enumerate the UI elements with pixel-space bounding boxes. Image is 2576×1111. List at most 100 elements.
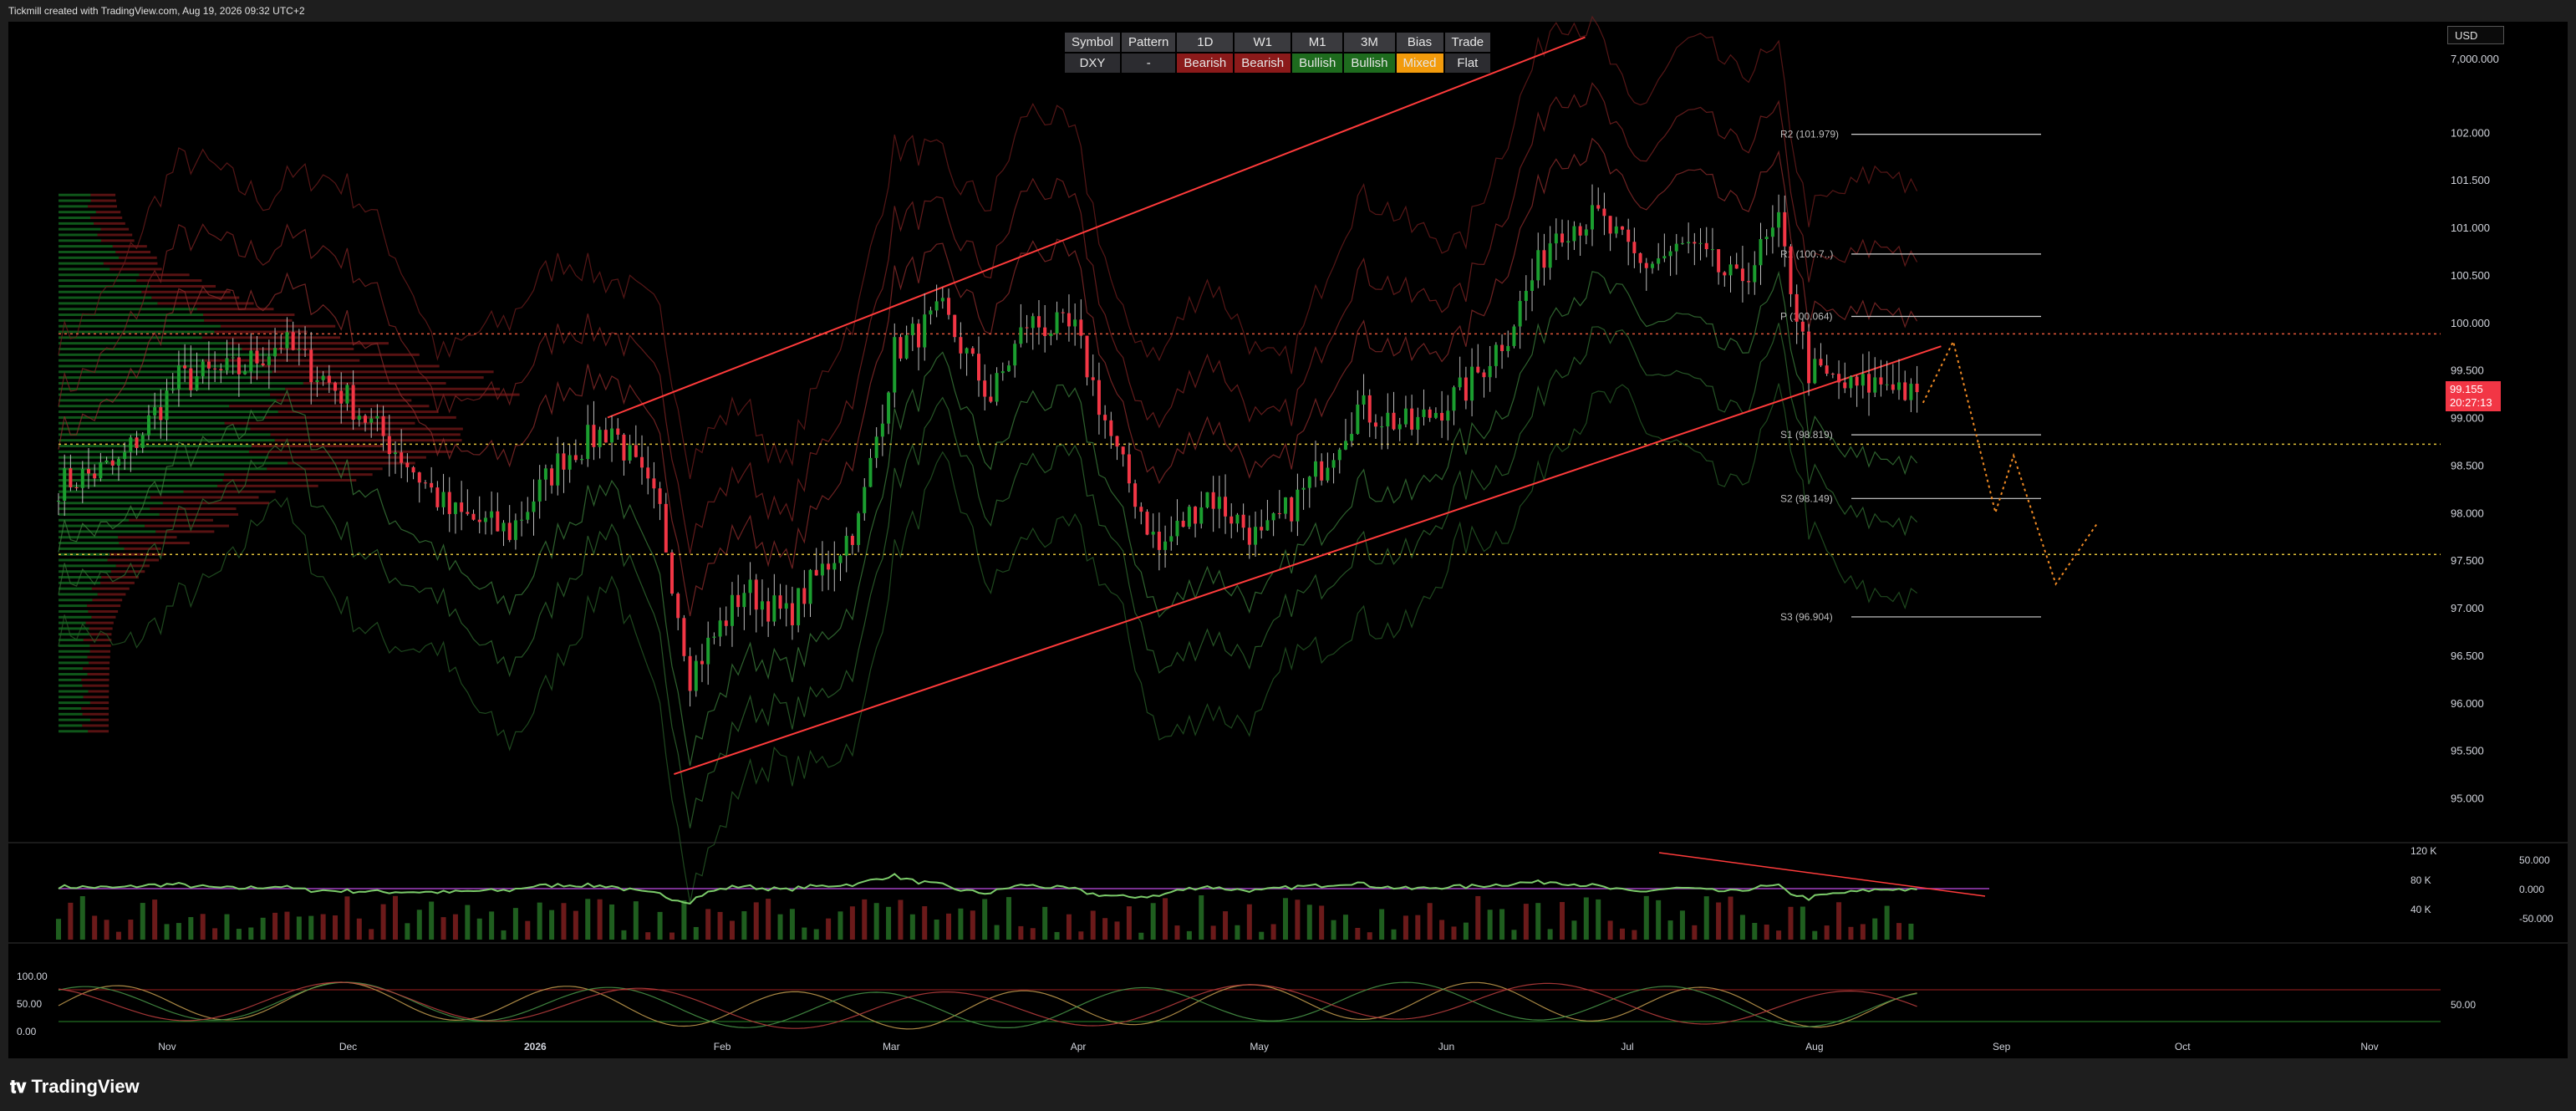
price-tick: 96.000 bbox=[2451, 697, 2484, 710]
profile-bar-up bbox=[59, 199, 91, 202]
profile-bar-down bbox=[92, 599, 123, 602]
volume-bar bbox=[1475, 895, 1481, 940]
candle-body bbox=[1307, 477, 1311, 488]
table-cell-3: Bearish bbox=[1235, 54, 1291, 73]
candle-body bbox=[1554, 233, 1558, 244]
candle-body bbox=[766, 601, 771, 622]
volume-bar bbox=[922, 906, 928, 940]
candle-body bbox=[1825, 365, 1829, 374]
volume-bar bbox=[1379, 909, 1385, 940]
candle-body bbox=[1247, 527, 1251, 545]
volume-bar bbox=[416, 910, 422, 940]
band-line bbox=[58, 270, 1918, 767]
candle-body bbox=[171, 389, 175, 391]
candle-body bbox=[1470, 366, 1474, 401]
price-chart[interactable]: R2 (101.979) R1 (100.7..) P (100.064) S1 (9… bbox=[0, 0, 2576, 1111]
profile-bar-down bbox=[272, 370, 494, 374]
candle-body bbox=[940, 298, 944, 302]
profile-bar-up bbox=[59, 684, 83, 687]
profile-bar-up bbox=[59, 490, 184, 493]
profile-bar-down bbox=[129, 518, 213, 522]
volume-bar bbox=[621, 930, 627, 940]
profile-bar-up bbox=[59, 655, 88, 659]
profile-bar-up bbox=[59, 211, 96, 214]
time-tick: Jun bbox=[1438, 1041, 1454, 1052]
candle-body bbox=[1830, 373, 1835, 375]
candle-body bbox=[1175, 520, 1179, 537]
volume-bar bbox=[1692, 925, 1698, 940]
candle-body bbox=[1458, 377, 1462, 388]
tradingview-logo[interactable]: 𝐭𝐯 TradingView bbox=[10, 1076, 140, 1098]
candle-body bbox=[550, 468, 554, 486]
volume-bar bbox=[1667, 920, 1673, 940]
volume-bar bbox=[320, 914, 326, 940]
stochastic-pane: 100.00 50.00 0.00 50.00 bbox=[8, 942, 2568, 1037]
volume-bar bbox=[1860, 924, 1866, 940]
candle-body bbox=[1277, 512, 1281, 514]
profile-bar-down bbox=[89, 633, 112, 636]
volume-bar bbox=[537, 902, 542, 940]
profile-bar-down bbox=[275, 353, 420, 356]
volume-bar bbox=[489, 911, 495, 940]
volume-bar bbox=[1884, 905, 1890, 940]
candle-body bbox=[1644, 262, 1648, 268]
candle-body bbox=[1650, 263, 1654, 268]
candle-body bbox=[86, 468, 90, 474]
volume-bar bbox=[1150, 903, 1156, 940]
candle-body bbox=[1572, 226, 1576, 242]
profile-bar-down bbox=[88, 730, 109, 733]
candle-body bbox=[1163, 541, 1168, 550]
volume-bar bbox=[1355, 927, 1361, 940]
candle-body bbox=[1855, 376, 1859, 386]
profile-bar-down bbox=[83, 639, 112, 642]
candle-body bbox=[1614, 226, 1618, 234]
table-cell-6: Mixed bbox=[1396, 54, 1443, 73]
candle-body bbox=[255, 350, 259, 364]
profile-bar-down bbox=[90, 199, 117, 202]
candle-body bbox=[387, 436, 391, 455]
profile-bar-down bbox=[151, 296, 240, 299]
candle-body bbox=[1873, 377, 1877, 393]
time-tick: Oct bbox=[2175, 1041, 2191, 1052]
candle-body bbox=[393, 452, 397, 455]
band-line bbox=[58, 323, 1918, 828]
volume-bar bbox=[1090, 910, 1096, 940]
candle-body bbox=[315, 380, 319, 383]
profile-bar-up bbox=[59, 239, 101, 242]
candle-body bbox=[423, 482, 427, 484]
profile-bar-up bbox=[59, 456, 269, 459]
candle-body bbox=[1488, 365, 1492, 378]
volume-bar bbox=[429, 901, 435, 940]
currency-selector[interactable]: USD bbox=[2447, 26, 2504, 44]
profile-bar-down bbox=[94, 222, 125, 225]
volume-bar bbox=[994, 925, 1000, 940]
profile-bar-down bbox=[276, 399, 412, 402]
candle-body bbox=[1331, 460, 1336, 468]
candle-body bbox=[1915, 384, 1919, 393]
table-cell-0: DXY bbox=[1065, 54, 1121, 73]
volume-bar bbox=[525, 920, 531, 940]
candle-body bbox=[1397, 424, 1402, 430]
candle-body bbox=[1734, 264, 1739, 269]
profile-bar-up bbox=[59, 205, 89, 208]
candle-body bbox=[586, 425, 590, 460]
candle-body bbox=[1849, 376, 1853, 389]
profile-bar-up bbox=[59, 718, 91, 721]
candle-body bbox=[381, 415, 385, 436]
volume-bar bbox=[1102, 918, 1108, 940]
candle-body bbox=[556, 453, 560, 486]
brand-text: TradingView bbox=[31, 1076, 140, 1097]
profile-bar-up bbox=[59, 633, 89, 636]
candle-body bbox=[628, 445, 632, 461]
candle-body bbox=[1271, 512, 1275, 521]
volume-bar bbox=[1679, 910, 1685, 940]
candle-body bbox=[1211, 492, 1215, 509]
candle-body bbox=[634, 445, 638, 457]
volume-bar bbox=[657, 911, 663, 940]
candle-body bbox=[910, 324, 914, 336]
candle-body bbox=[1260, 527, 1264, 531]
volume-bar bbox=[1463, 922, 1469, 940]
candle-body bbox=[562, 453, 566, 470]
pivot-label: S1 (98.819) bbox=[1780, 429, 1833, 441]
candle-body bbox=[670, 552, 675, 594]
